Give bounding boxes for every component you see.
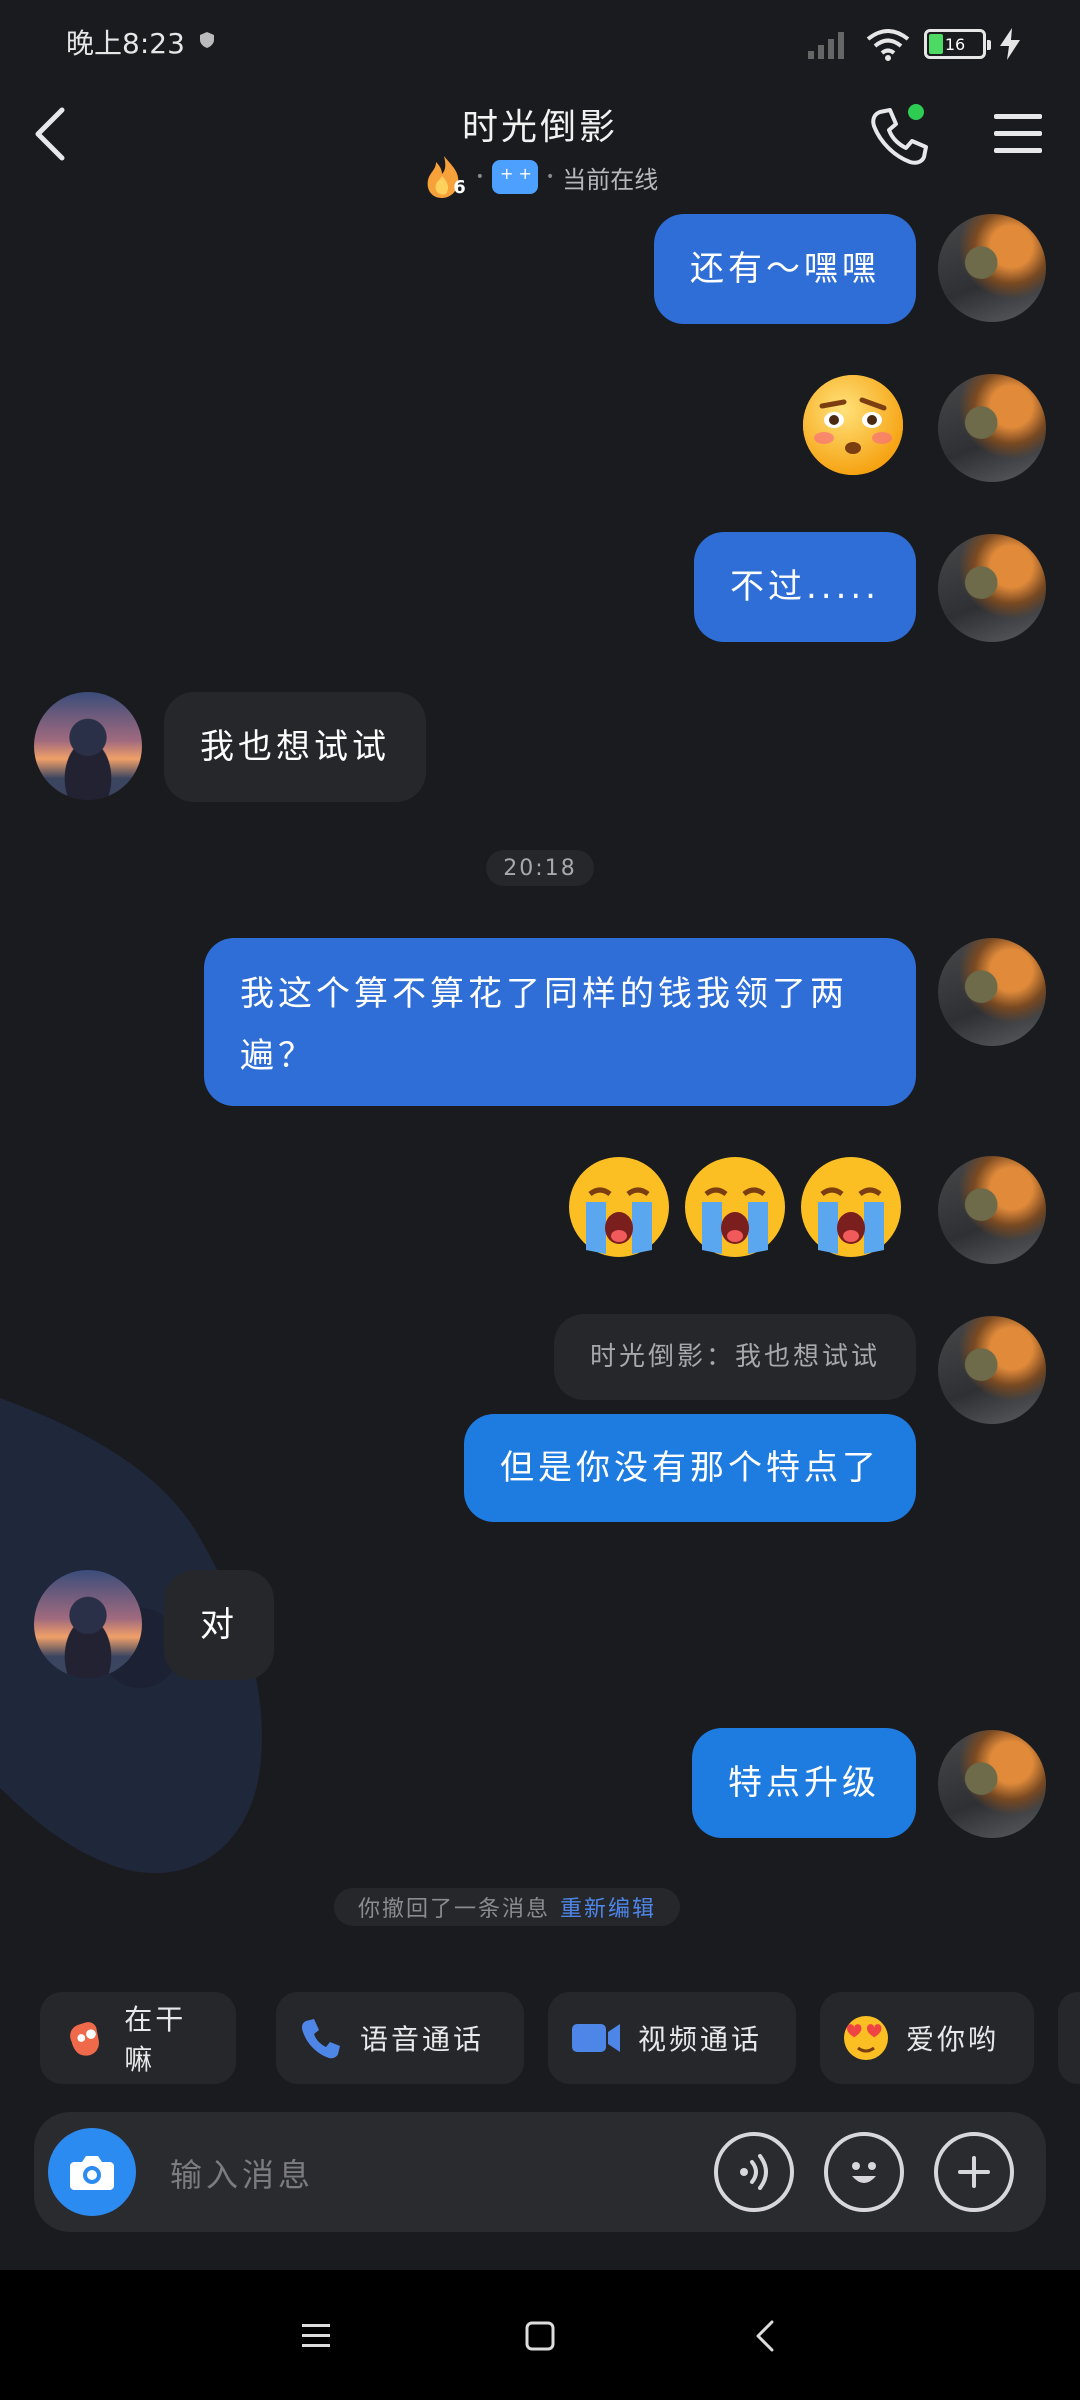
quick-action-voice-call[interactable]: 语音通话 — [276, 1992, 524, 2084]
video-icon — [572, 2024, 620, 2052]
game-icon — [492, 160, 538, 194]
my-avatar[interactable] — [938, 1316, 1046, 1424]
camera-icon — [70, 2156, 114, 2190]
voice-button[interactable] — [714, 2132, 794, 2212]
message-bubble-me[interactable]: 还有～嘿嘿 — [654, 214, 916, 324]
battery-fill — [929, 34, 943, 54]
camera-button[interactable] — [48, 2128, 136, 2216]
love-emoji-icon — [844, 2016, 888, 2060]
quick-action-love-you[interactable]: 爱你哟 — [820, 1992, 1034, 2084]
phone-icon — [871, 104, 928, 165]
back-button[interactable] — [22, 98, 78, 170]
my-avatar[interactable] — [938, 938, 1046, 1046]
crying-emoji-icon — [569, 1157, 669, 1257]
friend-avatar[interactable] — [34, 692, 142, 800]
crying-emoji-icon — [685, 1157, 785, 1257]
chat-title: 时光倒影 — [461, 107, 618, 148]
shield-icon — [200, 32, 214, 48]
message-input-bar: 输入消息 — [34, 2112, 1046, 2232]
plus-icon — [958, 2156, 990, 2188]
battery-level: 16 — [944, 34, 966, 54]
separator-dot: • — [546, 169, 555, 185]
menu-icon — [994, 114, 1042, 153]
plus-button[interactable] — [934, 2132, 1014, 2212]
emoji-icon — [852, 2162, 876, 2183]
message-text: 特点升级 — [728, 1763, 880, 1803]
emoji-button[interactable] — [824, 2132, 904, 2212]
menu-button[interactable] — [990, 106, 1046, 162]
my-avatar[interactable] — [938, 1156, 1046, 1264]
chat-header: 时光倒影 6 • • 当前在线 — [0, 84, 1080, 208]
message-bubble-me[interactable]: 但是你没有那个特点了 — [464, 1414, 916, 1522]
fire-icon: 6 — [422, 154, 468, 200]
quick-action-video-call[interactable]: 视频通话 — [548, 1992, 796, 2084]
message-bubble-other[interactable]: 对 — [164, 1570, 274, 1680]
message-bubble-me[interactable]: 特点升级 — [692, 1728, 916, 1838]
message-timestamp: 20:18 — [486, 850, 594, 886]
quoted-message[interactable]: 时光倒影：我也想试试 — [553, 1314, 916, 1400]
message-input[interactable]: 输入消息 — [170, 2150, 314, 2196]
raised-eyebrow-emoji-icon[interactable] — [800, 372, 906, 478]
signal-icon — [808, 32, 844, 59]
quick-action-label: 语音通话 — [360, 2023, 485, 2056]
friend-avatar[interactable] — [34, 1570, 142, 1678]
quick-action-label: 在干嘛 — [124, 2003, 187, 2076]
status-time: 晚上8:23 — [66, 27, 185, 60]
home-icon[interactable] — [514, 2310, 566, 2362]
online-status: 当前在线 — [562, 165, 659, 194]
status-icons: 16 — [808, 24, 1020, 64]
fire-count: 6 — [453, 177, 466, 198]
status-bar: 晚上8:23 16 — [0, 0, 1080, 84]
re-edit-link[interactable]: 重新编辑 — [560, 1891, 656, 1923]
message-text: 还有～嘿嘿 — [690, 249, 880, 289]
my-avatar[interactable] — [938, 1730, 1046, 1838]
recall-notice: 你撤回了一条消息 重新编辑 — [334, 1888, 681, 1926]
charging-icon — [1000, 28, 1020, 60]
voice-icon — [740, 2154, 768, 2190]
my-avatar[interactable] — [938, 534, 1046, 642]
my-avatar[interactable] — [938, 214, 1046, 322]
wifi-icon — [866, 29, 910, 61]
back-icon — [35, 107, 65, 161]
message-bubble-me[interactable]: 不过..... — [693, 532, 916, 642]
back-nav-icon[interactable] — [740, 2310, 792, 2362]
quoted-text: 时光倒影：我也想试试 — [589, 1342, 880, 1372]
my-avatar[interactable] — [938, 374, 1046, 482]
quick-actions-row: 在干嘛 语音通话 视频通话 爱你哟 — [0, 1992, 1080, 2084]
message-text: 我这个算不算花了同样的钱我领了两遍？ — [240, 974, 848, 1076]
message-text: 我也想试试 — [200, 727, 390, 767]
message-bubble-other[interactable]: 我也想试试 — [164, 692, 426, 802]
separator-dot: • — [475, 169, 484, 185]
crying-emoji-icon — [801, 1157, 901, 1257]
message-text: 不过..... — [729, 567, 880, 607]
wave-icon — [70, 2022, 99, 2056]
quick-action-label: 视频通话 — [638, 2023, 763, 2056]
quick-action-label: 爱你哟 — [906, 2023, 1000, 2056]
message-text: 对 — [200, 1605, 238, 1645]
quick-action-what-doing[interactable]: 在干嘛 — [40, 1992, 236, 2084]
system-nav-bar — [0, 2270, 1080, 2400]
chat-subtitle: 6 • • 当前在线 — [380, 154, 700, 200]
message-text: 但是你没有那个特点了 — [500, 1448, 880, 1488]
recent-apps-icon[interactable] — [290, 2310, 342, 2362]
crying-emoji-group[interactable] — [566, 1154, 906, 1264]
phone-icon — [302, 2019, 340, 2059]
battery-indicator: 16 — [924, 29, 991, 59]
chat-message-list[interactable]: 还有～嘿嘿 不过..... 我也想试试 20:18 我这个算不算花了同样的钱我领… — [0, 208, 1080, 1978]
recall-text: 你撤回了一条消息 — [358, 1897, 551, 1922]
quick-action-more[interactable] — [1058, 1992, 1080, 2084]
voice-call-button[interactable] — [866, 102, 934, 170]
chat-title-block[interactable]: 时光倒影 6 • • 当前在线 — [380, 84, 700, 200]
message-bubble-me[interactable]: 我这个算不算花了同样的钱我领了两遍？ — [204, 938, 916, 1106]
